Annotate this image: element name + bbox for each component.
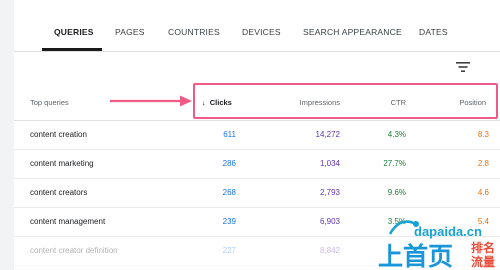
- active-tab-indicator: [42, 48, 102, 51]
- metrics-highlight-box: [193, 83, 498, 119]
- query-cell: content management: [30, 217, 106, 226]
- svg-text:流量: 流量: [471, 254, 495, 269]
- clicks-cell: 611: [223, 130, 236, 139]
- svg-text:排名: 排名: [471, 240, 495, 255]
- position-cell: 4.6: [477, 188, 489, 197]
- tab-queries[interactable]: QUERIES: [54, 27, 94, 37]
- ctr-cell: 4.3%: [387, 130, 406, 139]
- impressions-cell: 6,903: [319, 217, 340, 226]
- clicks-cell: 268: [222, 188, 236, 197]
- impressions-cell: 2,793: [319, 188, 340, 197]
- header-top-queries[interactable]: Top queries: [30, 98, 69, 107]
- tab-countries[interactable]: COUNTRIES: [168, 27, 220, 37]
- position-cell: 2.8: [477, 159, 489, 168]
- impressions-cell: 1,034: [319, 159, 340, 168]
- tab-pages[interactable]: PAGES: [115, 27, 145, 37]
- position-cell: 8.3: [477, 130, 489, 139]
- watermark-logo: dapaida.cn 上首页 排名 流量: [378, 220, 495, 270]
- query-cell: content creator definition: [30, 246, 118, 255]
- ctr-cell: 9.6%: [387, 188, 406, 197]
- clicks-cell: 286: [222, 159, 236, 168]
- query-cell: content creators: [30, 188, 88, 197]
- tab-search-appearance[interactable]: SEARCH APPEARANCE: [303, 27, 402, 37]
- impressions-cell: 8,842: [319, 246, 340, 255]
- report-tabs: QUERIES PAGES COUNTRIES DEVICES SEARCH A…: [14, 0, 500, 52]
- table-row[interactable]: content marketing 286 1,034 27.7% 2.8: [14, 149, 500, 179]
- clicks-cell: 227: [222, 246, 236, 255]
- table-row[interactable]: content creation 611 14,272 4.3% 8.3: [14, 120, 500, 150]
- table-row[interactable]: content creators 268 2,793 9.6% 4.6: [14, 178, 500, 208]
- query-cell: content marketing: [30, 159, 94, 168]
- svg-text:上首页: 上首页: [378, 242, 453, 270]
- ctr-cell: 27.7%: [383, 159, 406, 168]
- tab-dates[interactable]: DATES: [419, 27, 448, 37]
- svg-text:dapaida.cn: dapaida.cn: [414, 224, 482, 239]
- tab-devices[interactable]: DEVICES: [242, 27, 281, 37]
- query-cell: content creation: [30, 130, 87, 139]
- annotation-arrow-icon: [110, 95, 192, 107]
- impressions-cell: 14,272: [315, 130, 340, 139]
- filter-icon[interactable]: [456, 61, 470, 73]
- clicks-cell: 239: [222, 217, 236, 226]
